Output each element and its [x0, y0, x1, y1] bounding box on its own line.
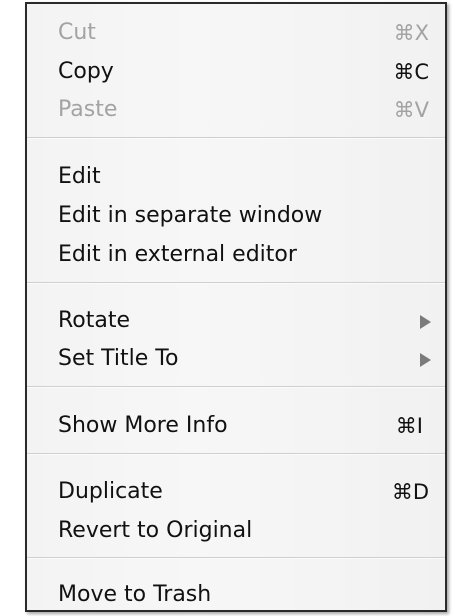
menu-item-label: Edit in separate window — [58, 203, 323, 228]
menu-item-edit-in-external-editor[interactable]: Edit in external editor — [27, 240, 445, 270]
menu-item-set-title-to[interactable]: Set Title To — [27, 344, 445, 374]
menu-item-label: Set Title To — [58, 346, 179, 371]
menu-item-copy[interactable]: Copy ⌘C — [27, 57, 445, 87]
menu-item-duplicate[interactable]: Duplicate ⌘D — [27, 477, 445, 507]
menu-item-label: Edit in external editor — [58, 242, 297, 267]
menu-item-paste: Paste ⌘V — [27, 95, 445, 125]
submenu-arrow-icon — [420, 353, 431, 367]
context-menu: Cut ⌘X Copy ⌘C Paste ⌘V Edit Edit in sep… — [25, 2, 447, 612]
menu-item-rotate[interactable]: Rotate — [27, 306, 445, 336]
menu-item-label: Duplicate — [58, 479, 163, 504]
menu-item-show-more-info[interactable]: Show More Info ⌘I — [27, 411, 445, 441]
menu-item-cut: Cut ⌘X — [27, 18, 445, 48]
menu-item-label: Cut — [58, 20, 96, 45]
menu-separator — [27, 386, 445, 388]
menu-separator — [27, 282, 445, 284]
menu-item-label: Move to Trash — [58, 582, 212, 607]
menu-item-revert-to-original[interactable]: Revert to Original — [27, 516, 445, 546]
menu-item-edit-in-separate-window[interactable]: Edit in separate window — [27, 201, 445, 231]
menu-item-move-to-trash[interactable]: Move to Trash — [27, 580, 445, 610]
menu-item-label: Edit — [58, 164, 101, 189]
menu-separator — [27, 557, 445, 559]
menu-item-shortcut: ⌘X — [393, 21, 429, 45]
menu-separator — [27, 137, 445, 139]
menu-item-shortcut: ⌘C — [393, 60, 429, 84]
menu-item-label: Rotate — [58, 308, 131, 333]
menu-item-label: Paste — [58, 97, 118, 122]
menu-item-label: Copy — [58, 59, 114, 84]
submenu-arrow-icon — [420, 315, 431, 329]
menu-item-edit[interactable]: Edit — [27, 162, 445, 192]
menu-item-label: Show More Info — [58, 413, 228, 438]
menu-separator — [27, 453, 445, 455]
menu-item-shortcut: ⌘I — [395, 414, 423, 438]
menu-item-shortcut: ⌘D — [391, 480, 429, 504]
menu-item-label: Revert to Original — [58, 518, 253, 543]
menu-item-shortcut: ⌘V — [393, 98, 429, 122]
